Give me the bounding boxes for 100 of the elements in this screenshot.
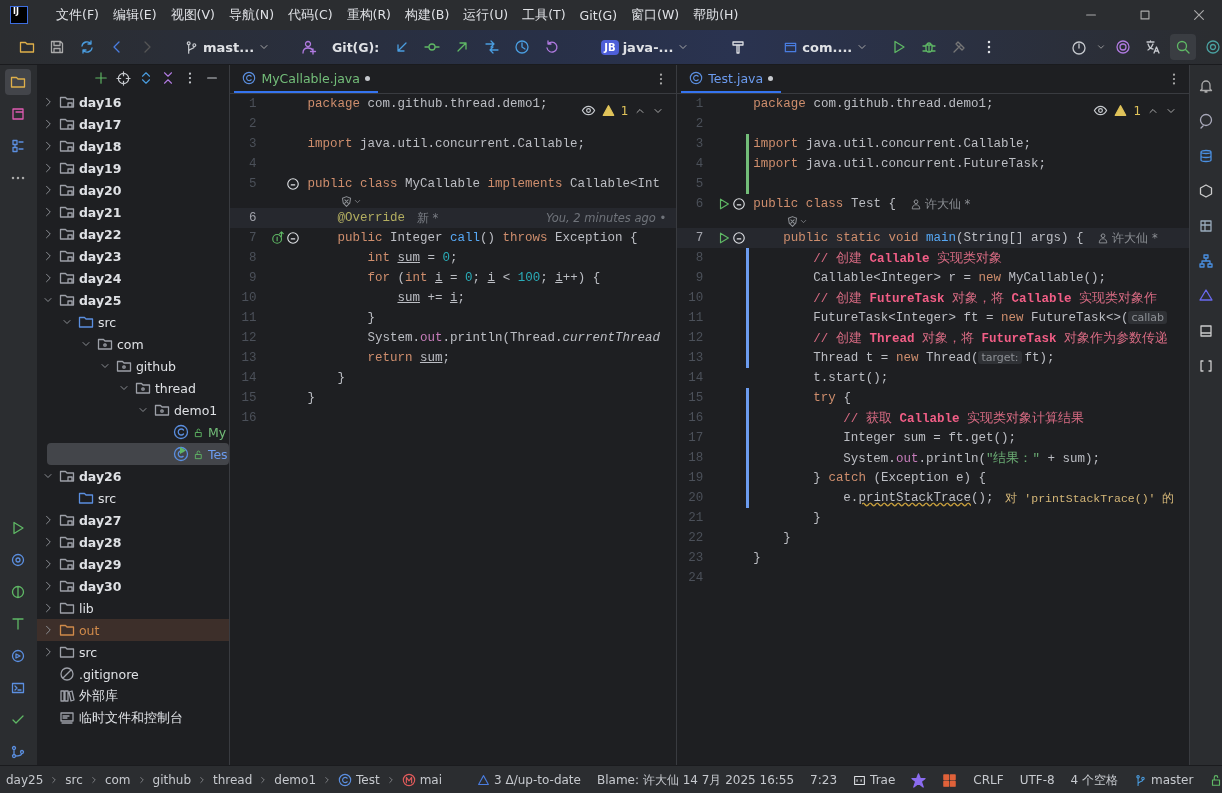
tree-item[interactable]: day28 — [36, 531, 230, 553]
maximize-icon[interactable] — [1138, 8, 1152, 22]
vcs-status[interactable]: 3 Δ/up-to-date — [494, 773, 581, 787]
tree-item[interactable]: day22 — [36, 223, 230, 245]
author-hint[interactable]: 许大仙 * — [924, 196, 971, 212]
tree-item[interactable]: github — [36, 355, 230, 377]
breadcrumb[interactable]: github — [152, 773, 191, 787]
settings-icon[interactable] — [1205, 39, 1222, 55]
tree-item[interactable]: src — [36, 311, 230, 333]
deploy-icon[interactable] — [9, 648, 26, 664]
tree-item[interactable]: 外部库 — [36, 685, 230, 707]
save-icon[interactable] — [49, 39, 65, 55]
blame-status[interactable]: Blame: 许大仙 14 7月 2025 16:55 — [591, 771, 800, 789]
tree-item[interactable]: day30 — [36, 575, 230, 597]
breadcrumb[interactable]: day25 — [6, 773, 44, 787]
arrows-icon[interactable] — [484, 39, 501, 55]
indent-setting[interactable]: 4 个空格 — [1065, 771, 1124, 789]
tree-item[interactable]: day21 — [36, 201, 230, 223]
tree-item[interactable]: day19 — [36, 157, 230, 179]
tree-item[interactable]: day27 — [36, 509, 230, 531]
editor-tab[interactable]: MyCallable.java — [234, 65, 378, 93]
bell-icon[interactable] — [1198, 78, 1215, 94]
grid-icon[interactable] — [1198, 218, 1215, 234]
clock-icon[interactable] — [514, 39, 531, 55]
profiler-icon[interactable] — [1071, 39, 1088, 55]
tree-item[interactable]: 临时文件和控制台 — [36, 707, 230, 729]
caret-position[interactable]: 7:23 — [805, 773, 843, 787]
folder-icon[interactable] — [19, 39, 35, 55]
app-logo[interactable]: IJ — [10, 6, 28, 24]
hierarchy-icon[interactable] — [1198, 253, 1215, 269]
warning-count[interactable]: 1 — [1133, 103, 1142, 118]
tree-item[interactable]: out — [36, 619, 230, 641]
add-user-icon[interactable] — [301, 39, 318, 55]
tree-item[interactable]: day16 — [36, 91, 230, 113]
services-icon[interactable] — [9, 552, 26, 568]
database-icon[interactable] — [1198, 148, 1215, 164]
bug-icon[interactable] — [921, 39, 938, 55]
spiral-icon[interactable] — [1115, 39, 1132, 55]
run-icon[interactable] — [717, 231, 732, 245]
tree-item[interactable]: day17 — [36, 113, 230, 135]
code-vision-icon[interactable] — [786, 214, 800, 228]
menu-item[interactable]: 重构(R) — [340, 3, 397, 27]
lock-icon[interactable] — [1209, 773, 1222, 787]
breadcrumb[interactable]: src — [65, 773, 83, 787]
menu-item[interactable]: 文件(F) — [50, 3, 105, 27]
close-icon[interactable] — [1192, 8, 1206, 22]
run-config-selector[interactable]: com.... — [777, 36, 875, 58]
tool-window-button[interactable] — [4, 69, 31, 95]
breadcrumb[interactable]: mai — [419, 773, 443, 787]
tree-item[interactable]: src — [36, 487, 230, 509]
terminal-icon[interactable] — [9, 680, 26, 696]
branch-selector[interactable]: mast... — [178, 36, 277, 58]
warning-count[interactable]: 1 — [620, 103, 629, 118]
menu-item[interactable]: 代码(C) — [282, 3, 339, 27]
hammer-icon[interactable] — [730, 39, 747, 55]
tree-item[interactable]: Tes — [46, 443, 230, 465]
tree-item[interactable]: lib — [36, 597, 230, 619]
tree-item[interactable]: My — [36, 421, 230, 443]
eye-icon[interactable] — [580, 103, 596, 118]
git-icon[interactable] — [9, 744, 26, 760]
author-hint[interactable]: 许大仙 * — [1112, 230, 1158, 246]
breadcrumb[interactable]: com — [104, 773, 131, 787]
windows-logo-icon[interactable] — [942, 772, 958, 788]
menu-item[interactable]: 运行(U) — [457, 3, 515, 27]
chat-icon[interactable] — [1198, 113, 1215, 129]
breadcrumb[interactable]: demo1 — [274, 773, 316, 787]
tree-item[interactable]: day26 — [36, 465, 230, 487]
eye-icon[interactable] — [1093, 103, 1109, 118]
tree-item[interactable]: day20 — [36, 179, 230, 201]
menu-item[interactable]: 编辑(E) — [106, 3, 163, 27]
run-icon[interactable] — [717, 197, 732, 211]
override-icon[interactable] — [271, 231, 286, 245]
file-encoding[interactable]: UTF-8 — [1014, 773, 1060, 787]
menu-item[interactable]: 视图(V) — [164, 3, 221, 27]
tree-item[interactable]: demo1 — [36, 399, 230, 421]
tree-item[interactable]: .gitignore — [36, 663, 230, 685]
plugin-status[interactable]: Trae — [870, 773, 896, 787]
tree-item[interactable]: day25 — [36, 289, 230, 311]
menu-item[interactable]: 构建(B) — [398, 3, 456, 27]
tree-item[interactable]: day24 — [36, 267, 230, 289]
breadcrumb[interactable]: thread — [213, 773, 253, 787]
add-icon[interactable] — [94, 71, 109, 85]
breadcrumb[interactable]: Test — [356, 773, 380, 787]
plugin-icon[interactable] — [1198, 183, 1215, 199]
line-separator[interactable]: CRLF — [968, 773, 1009, 787]
menu-item[interactable]: 导航(N) — [222, 3, 281, 27]
menu-item[interactable]: Git(G) — [573, 4, 624, 26]
tree-item[interactable]: src — [36, 641, 230, 663]
panel-icon[interactable] — [1198, 323, 1215, 339]
tree-item[interactable]: thread — [36, 377, 230, 399]
triangle-icon[interactable] — [1198, 288, 1215, 304]
menu-item[interactable]: 工具(T) — [516, 3, 572, 27]
editor-tab[interactable]: Test.java — [681, 65, 782, 93]
plugin-icon[interactable] — [9, 584, 26, 600]
tree-item[interactable]: day18 — [36, 135, 230, 157]
tree-item[interactable]: day23 — [36, 245, 230, 267]
star-icon[interactable] — [911, 772, 927, 788]
sync-icon[interactable] — [79, 39, 95, 55]
code-vision-icon[interactable] — [340, 194, 354, 208]
bracket-icon[interactable] — [1198, 358, 1215, 374]
